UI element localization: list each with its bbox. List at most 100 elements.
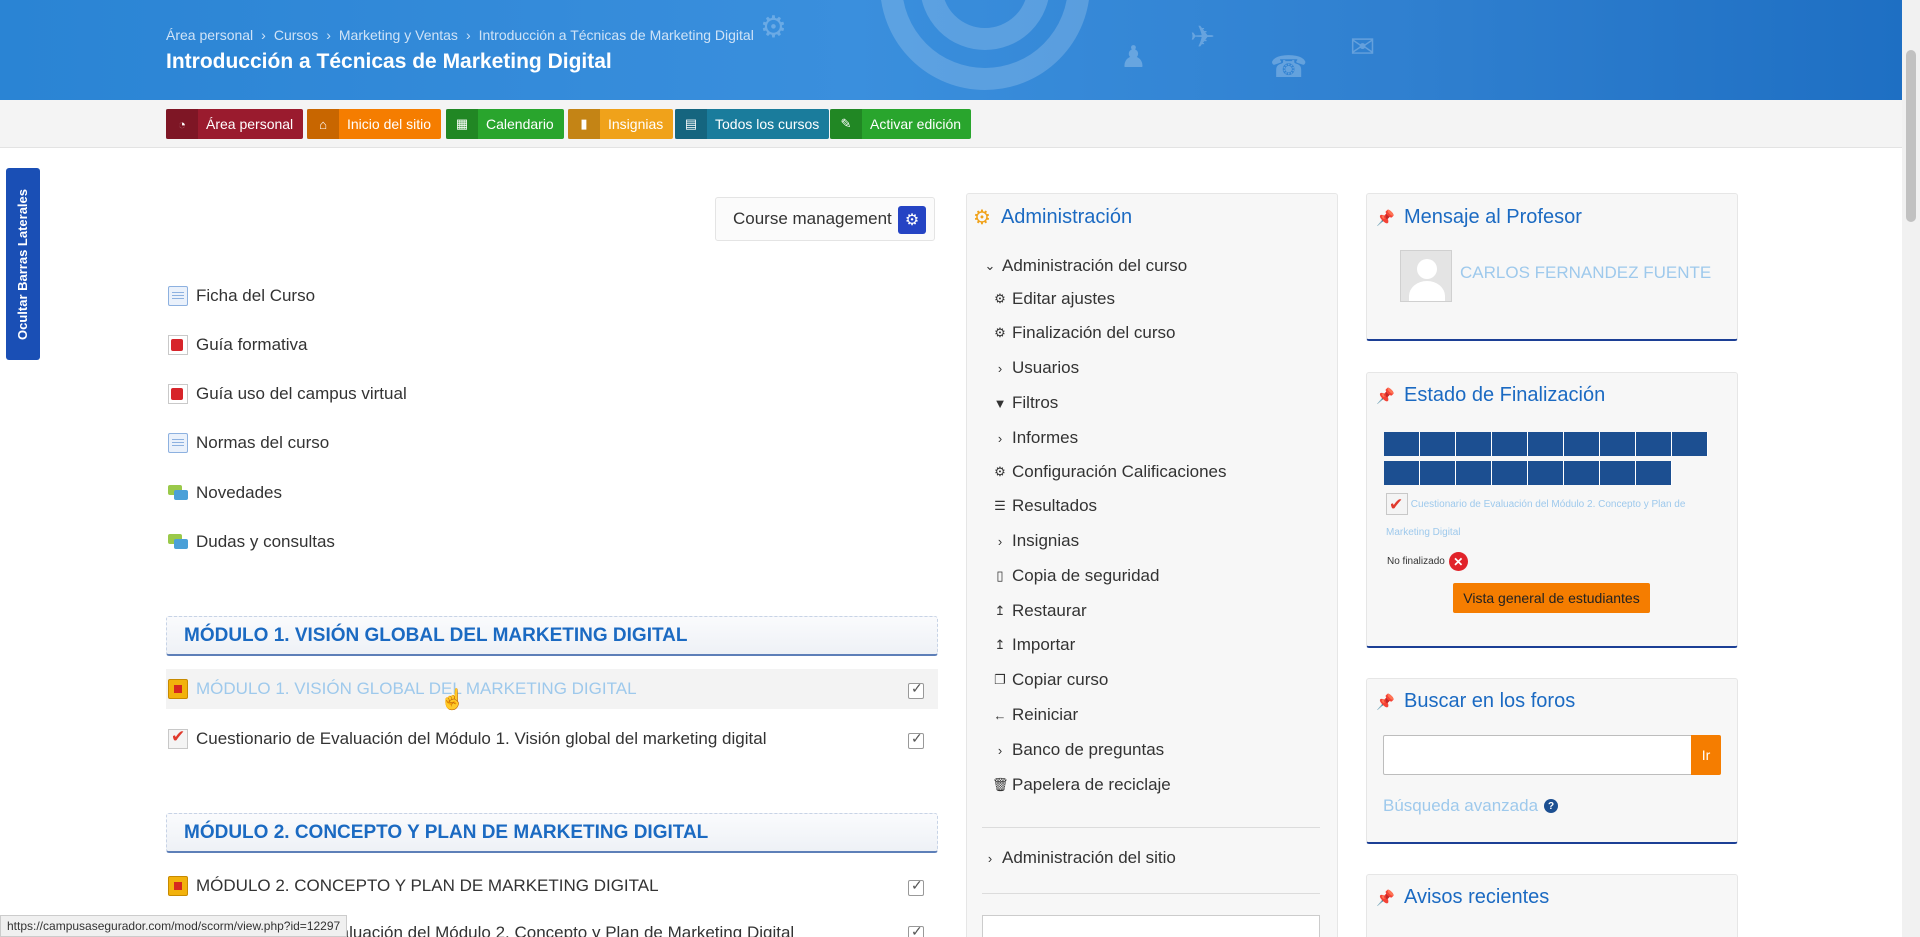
admin-item-copia-seguridad[interactable]: ▯ Copia de seguridad: [992, 566, 1159, 586]
progress-cell[interactable]: [1636, 461, 1672, 485]
activity-item[interactable]: Cuestionario de Evaluación del Módulo 1.…: [168, 727, 766, 749]
section-header-module-1[interactable]: MÓDULO 1. VISIÓN GLOBAL DEL MARKETING DI…: [166, 616, 938, 656]
progress-cell[interactable]: [1672, 432, 1708, 456]
activity-item[interactable]: Novedades: [168, 483, 282, 503]
admin-item-importar[interactable]: ↥ Importar: [992, 635, 1076, 655]
activar-edicion-button[interactable]: ✎ Activar edición: [830, 109, 972, 139]
page-scrollbar[interactable]: [1902, 0, 1920, 937]
progress-cell[interactable]: [1564, 432, 1600, 456]
progress-cell[interactable]: [1384, 432, 1420, 456]
progress-cell[interactable]: [1636, 432, 1672, 456]
bookmark-icon: ▮: [568, 109, 600, 139]
student-overview-button[interactable]: Vista general de estudiantes: [1453, 583, 1650, 613]
hide-sidebars-toggle[interactable]: Ocultar Barras Laterales: [6, 168, 40, 360]
close-circle-icon: ✕: [1448, 552, 1468, 571]
scrollbar-thumb[interactable]: [1906, 50, 1916, 222]
scorm-icon: [168, 876, 188, 896]
pdf-icon: [168, 384, 188, 404]
quiz-link[interactable]: Cuestionario de Evaluación del Módulo 2.…: [1386, 491, 1686, 547]
admin-item-finalizacion[interactable]: ⚙ Finalización del curso: [992, 323, 1175, 343]
activity-item[interactable]: Guía uso del campus virtual: [168, 384, 407, 404]
pin-icon: 📌: [1376, 889, 1395, 907]
teacher-name-link[interactable]: CARLOS FERNANDEZ FUENTE: [1460, 263, 1711, 283]
progress-cell[interactable]: [1528, 461, 1564, 485]
inicio-sitio-button[interactable]: ⌂ Inicio del sitio: [307, 109, 442, 139]
completion-checkbox[interactable]: [908, 730, 924, 749]
admin-item-restaurar[interactable]: ↥ Restaurar: [992, 601, 1087, 621]
status-url-tooltip: https://campusasegurador.com/mod/scorm/v…: [0, 915, 348, 937]
breadcrumb-item[interactable]: Cursos: [274, 27, 318, 43]
admin-item-banco-preguntas[interactable]: › Banco de preguntas: [992, 740, 1164, 760]
header-banner: ⚙ ✈ ☎ ✉ ♟ Área personal › Cursos › Marke…: [0, 0, 1902, 100]
activity-item[interactable]: Normas del curso: [168, 433, 329, 453]
advanced-search-link[interactable]: Búsqueda avanzada ?: [1383, 796, 1559, 816]
section-header-module-2[interactable]: MÓDULO 2. CONCEPTO Y PLAN DE MARKETING D…: [166, 813, 938, 853]
course-admin-node[interactable]: ⌄ Administración del curso: [982, 256, 1188, 276]
page-icon: [168, 286, 188, 306]
chevron-right-icon: ›: [997, 533, 1003, 549]
activity-item[interactable]: Guía formativa: [168, 335, 308, 355]
activity-label: Guía uso del campus virtual: [196, 384, 407, 403]
block-title: 📌 Estado de Finalización: [1376, 384, 1605, 407]
block-title: 📌 Avisos recientes: [1376, 886, 1549, 909]
search-go-button[interactable]: Ir: [1691, 735, 1721, 775]
site-admin-label: Administración del sitio: [1002, 848, 1176, 867]
admin-item-copiar-curso[interactable]: ❐ Copiar curso: [992, 670, 1108, 690]
progress-cell[interactable]: [1600, 432, 1636, 456]
block-title: 📌 Buscar en los foros: [1376, 690, 1575, 713]
progress-cell[interactable]: [1492, 461, 1528, 485]
activity-item[interactable]: Dudas y consultas: [168, 532, 335, 552]
admin-search-input[interactable]: [982, 915, 1320, 937]
completion-checkbox[interactable]: [908, 923, 924, 937]
admin-item-editar-ajustes[interactable]: ⚙ Editar ajustes: [992, 289, 1115, 309]
completion-checkbox[interactable]: [908, 877, 924, 896]
breadcrumb-item[interactable]: Área personal: [166, 27, 253, 43]
admin-item-label: Copiar curso: [1012, 670, 1109, 689]
search-go-label: Ir: [1701, 747, 1711, 763]
activity-item[interactable]: MÓDULO 2. CONCEPTO Y PLAN DE MARKETING D…: [168, 876, 659, 896]
banner-icon: ♟: [1120, 41, 1147, 74]
progress-cell[interactable]: [1420, 432, 1456, 456]
banner-icon: ☎: [1270, 51, 1308, 84]
activity-item[interactable]: MÓDULO 1. VISIÓN GLOBAL DEL MARKETING DI…: [168, 679, 637, 699]
admin-item-label: Papelera de reciclaje: [1012, 775, 1171, 794]
help-icon[interactable]: ?: [1544, 799, 1559, 813]
calendario-button[interactable]: ▦ Calendario: [446, 109, 564, 139]
forum-icon: [168, 483, 188, 503]
gear-icon[interactable]: ⚙: [898, 206, 926, 234]
progress-cell[interactable]: [1456, 461, 1492, 485]
site-admin-node[interactable]: › Administración del sitio: [982, 848, 1176, 868]
admin-item-informes[interactable]: › Informes: [992, 428, 1078, 448]
progress-cell[interactable]: [1492, 432, 1528, 456]
quiz-link-label: Cuestionario de Evaluación del Módulo 2.…: [1386, 499, 1686, 538]
course-management-button[interactable]: Course management ⚙: [715, 197, 935, 241]
admin-item-calificaciones[interactable]: ⚙ Configuración Calificaciones: [992, 462, 1226, 482]
admin-item-papelera[interactable]: 🗑 Papelera de reciclaje: [992, 775, 1171, 795]
admin-item-insignias[interactable]: › Insignias: [992, 531, 1079, 551]
admin-item-resultados[interactable]: ☰ Resultados: [992, 496, 1097, 516]
progress-cell[interactable]: [1420, 461, 1456, 485]
admin-item-filtros[interactable]: ▼ Filtros: [992, 393, 1059, 413]
gear-icon: ⚙: [994, 291, 1006, 306]
file-icon: ▯: [996, 568, 1004, 583]
course-admin-label: Administración del curso: [1002, 256, 1188, 275]
area-personal-button[interactable]: ◔ Área personal: [166, 109, 304, 139]
upload-icon: ↥: [994, 637, 1006, 652]
breadcrumb-item[interactable]: Introducción a Técnicas de Marketing Dig…: [479, 27, 754, 43]
progress-cell[interactable]: [1528, 432, 1564, 456]
breadcrumb-item[interactable]: Marketing y Ventas: [339, 27, 458, 43]
avatar[interactable]: [1400, 250, 1452, 302]
todos-cursos-button[interactable]: ▤ Todos los cursos: [675, 109, 830, 139]
admin-item-usuarios[interactable]: › Usuarios: [992, 358, 1079, 378]
navbar: ◔ Área personal ⌂ Inicio del sitio ▦ Cal…: [0, 100, 1902, 148]
insignias-button[interactable]: ▮ Insignias: [568, 109, 674, 139]
admin-item-reiniciar[interactable]: ← Reiniciar: [992, 705, 1079, 725]
progress-cell[interactable]: [1600, 461, 1636, 485]
progress-cell[interactable]: [1564, 461, 1600, 485]
forum-search-input[interactable]: [1383, 735, 1693, 775]
progress-cell[interactable]: [1456, 432, 1492, 456]
activity-item[interactable]: Ficha del Curso: [168, 286, 315, 306]
progress-cell[interactable]: [1384, 461, 1420, 485]
completion-checkbox[interactable]: [908, 680, 924, 699]
edit-icon: ✎: [830, 109, 862, 139]
